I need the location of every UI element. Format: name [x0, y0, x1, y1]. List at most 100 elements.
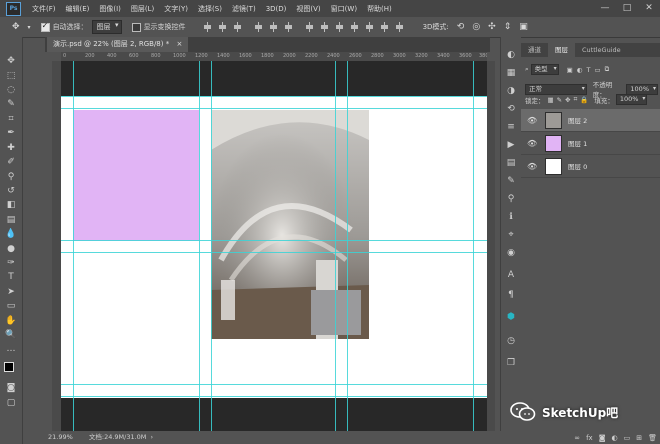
3d-panel-icon[interactable]: ⬢ [505, 311, 517, 323]
filter-adjustment-icon[interactable]: ◐ [577, 66, 583, 74]
distribute-top-icon[interactable] [305, 22, 314, 32]
adjustments-panel-icon[interactable]: ◑ [505, 85, 517, 97]
3d-roll-icon[interactable]: ◎ [468, 22, 484, 32]
menu-select[interactable]: 选择(S) [193, 4, 227, 14]
info-panel-icon[interactable]: ℹ [505, 211, 517, 223]
layer-name[interactable]: 图层 0 [568, 161, 587, 171]
align-middle-icon[interactable] [269, 22, 278, 32]
timeline-panel-icon[interactable]: ◷ [505, 335, 517, 347]
new-layer-icon[interactable]: ⊞ [636, 434, 642, 442]
delete-layer-icon[interactable]: 🗑 [648, 434, 657, 442]
swatches-panel-icon[interactable]: ▦ [505, 67, 517, 79]
screen-mode-icon[interactable]: ▢ [5, 397, 17, 409]
path-selection-tool-icon[interactable]: ➤ [5, 286, 17, 298]
vertical-scrollbar[interactable] [487, 61, 495, 431]
auto-select-dropdown[interactable]: 图层 [91, 20, 122, 34]
zoom-tool-icon[interactable]: 🔍 [5, 329, 17, 341]
actions-panel-icon[interactable]: ▶ [505, 139, 517, 151]
lock-artboard-icon[interactable]: ⌗ [574, 95, 578, 104]
filter-shape-icon[interactable]: ▭ [594, 66, 600, 74]
layer-comps-panel-icon[interactable]: ❐ [505, 357, 517, 369]
character-panel-icon[interactable]: A [505, 269, 517, 281]
filter-smart-object-icon[interactable]: ⧉ [605, 65, 610, 74]
move-tool-icon[interactable]: ✥ [8, 22, 24, 32]
dodge-tool-icon[interactable]: ● [5, 243, 17, 255]
menu-layer[interactable]: 图层(L) [126, 4, 159, 14]
distribute-middle-icon[interactable] [320, 22, 329, 32]
foreground-color-swatch[interactable] [4, 362, 14, 372]
align-center-icon[interactable] [218, 22, 227, 32]
menu-image[interactable]: 图像(I) [94, 4, 126, 14]
filter-type-icon[interactable]: T [586, 66, 590, 74]
vertical-guide[interactable] [335, 61, 336, 431]
lasso-tool-icon[interactable]: ◌ [5, 84, 17, 96]
hand-tool-icon[interactable]: ✋ [5, 315, 17, 327]
layer-row[interactable]: 👁 图层 2 [521, 109, 660, 132]
libraries-panel-icon[interactable]: ▤ [505, 157, 517, 169]
shape-tool-icon[interactable]: ▭ [5, 300, 17, 312]
eye-icon[interactable]: 👁 [527, 139, 537, 148]
layer-filter-dropdown[interactable]: 类型 [530, 64, 559, 75]
tool-preset-chevron-icon[interactable]: ▾ [24, 24, 35, 31]
new-group-icon[interactable]: ▭ [624, 434, 631, 442]
move-tool-icon[interactable]: ✥ [5, 55, 17, 67]
vertical-guide[interactable] [347, 61, 348, 431]
distribute-left-icon[interactable] [350, 22, 359, 32]
3d-scale-icon[interactable]: ▣ [515, 22, 532, 32]
lock-transparent-icon[interactable]: ▦ [548, 96, 554, 104]
properties-panel-icon[interactable]: ≡ [505, 121, 517, 133]
align-right-icon[interactable] [233, 22, 242, 32]
quick-select-tool-icon[interactable]: ✎ [5, 98, 17, 110]
close-tab-icon[interactable]: × [176, 40, 182, 48]
blur-tool-icon[interactable]: 💧 [5, 228, 17, 240]
menu-window[interactable]: 窗口(W) [326, 4, 362, 14]
filter-pixel-icon[interactable]: ▣ [567, 66, 573, 74]
show-transform-checkbox[interactable] [131, 22, 141, 32]
3d-drag-icon[interactable]: ✣ [484, 22, 500, 32]
layer-row[interactable]: 👁 图层 1 [521, 132, 660, 155]
horizontal-guide[interactable] [61, 96, 487, 97]
tab-channels[interactable]: 通道 [521, 43, 548, 57]
pen-tool-icon[interactable]: ✑ [5, 257, 17, 269]
more-tools-icon[interactable]: … [5, 343, 17, 355]
menu-filter[interactable]: 滤镜(T) [227, 4, 261, 14]
menu-3d[interactable]: 3D(D) [261, 5, 292, 13]
styles-panel-icon[interactable]: ◉ [505, 247, 517, 259]
blend-mode-dropdown[interactable]: 正常 [525, 83, 587, 95]
color-panel-icon[interactable]: ◐ [505, 49, 517, 61]
vertical-guide[interactable] [211, 61, 212, 431]
layer-style-icon[interactable]: fx [586, 434, 593, 442]
paragraph-panel-icon[interactable]: ¶ [505, 289, 517, 301]
eye-icon[interactable]: 👁 [527, 162, 537, 171]
close-button[interactable]: ✕ [638, 0, 660, 17]
tab-cuttleguide[interactable]: CuttleGuide [575, 43, 628, 57]
eyedropper-tool-icon[interactable]: ✒ [5, 127, 17, 139]
menu-view[interactable]: 视图(V) [291, 4, 325, 14]
status-menu-arrow-icon[interactable]: › [151, 433, 154, 441]
fill-input[interactable]: 100% [615, 94, 648, 105]
lock-image-icon[interactable]: ✎ [557, 96, 562, 104]
menu-edit[interactable]: 编辑(E) [61, 4, 95, 14]
vertical-guide[interactable] [199, 61, 200, 431]
history-brush-tool-icon[interactable]: ↺ [5, 185, 17, 197]
brushes-panel-icon[interactable]: ✎ [505, 175, 517, 187]
layer-name[interactable]: 图层 2 [568, 115, 587, 125]
healing-brush-tool-icon[interactable]: ✚ [5, 142, 17, 154]
align-bottom-icon[interactable] [284, 22, 293, 32]
opacity-input[interactable]: 100% [626, 83, 658, 95]
align-left-icon[interactable] [203, 22, 212, 32]
tab-layers[interactable]: 图层 [548, 43, 575, 57]
crop-tool-icon[interactable]: ⌗ [5, 113, 17, 125]
distribute-right-icon[interactable] [380, 22, 389, 32]
photo-layer[interactable] [211, 110, 369, 339]
type-tool-icon[interactable]: T [5, 271, 17, 283]
menu-help[interactable]: 帮助(H) [362, 4, 397, 14]
minimize-button[interactable]: — [594, 0, 616, 17]
auto-select-checkbox[interactable] [40, 21, 50, 32]
gradient-tool-icon[interactable]: ▤ [5, 214, 17, 226]
clone-source-panel-icon[interactable]: ⚲ [505, 193, 517, 205]
align-top-icon[interactable] [254, 22, 263, 32]
horizontal-guide[interactable] [61, 384, 487, 385]
zoom-level[interactable]: 21.99% [48, 433, 73, 441]
quick-mask-icon[interactable]: ◙ [5, 382, 17, 394]
